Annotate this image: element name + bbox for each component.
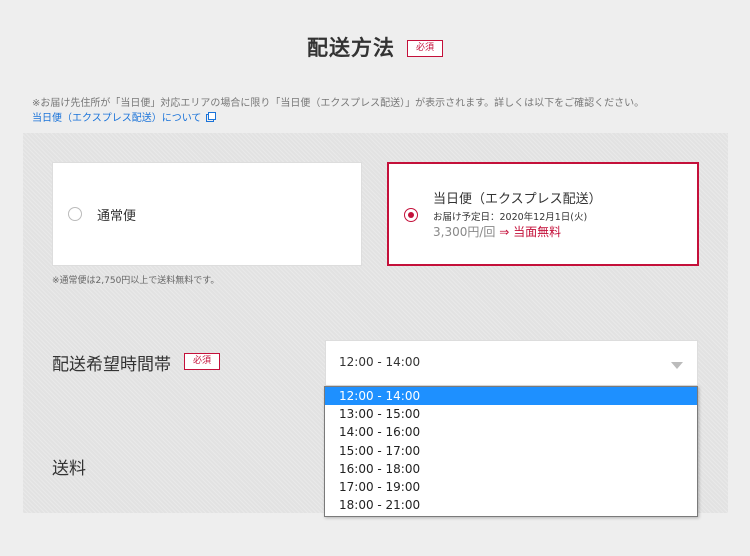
free-text: 当面無料 <box>513 225 562 239</box>
radio-normal[interactable] <box>68 207 82 221</box>
time-slot-selected-value: 12:00 - 14:00 <box>339 355 421 369</box>
shipping-option-express[interactable]: 当日便（エクスプレス配送） お届け予定日：2020年12月1日(火) 3,300… <box>387 162 699 266</box>
time-slot-option[interactable]: 14:00 - 16:00 <box>325 423 697 441</box>
time-slot-option[interactable]: 13:00 - 15:00 <box>325 405 697 423</box>
express-price: 3,300円/回 ⇒ 当面無料 <box>433 223 561 240</box>
required-badge: 必須 <box>406 40 443 57</box>
external-link-icon <box>206 111 217 122</box>
express-delivery-date: お届け予定日：2020年12月1日(火) <box>433 212 588 223</box>
price-arrow: ⇒ <box>499 225 510 239</box>
time-slot-select[interactable]: 12:00 - 14:00 <box>325 340 698 386</box>
express-info-link[interactable]: 当日便（エクスプレス配送）について <box>32 109 217 124</box>
express-info-link-label: 当日便（エクスプレス配送）について <box>32 113 202 124</box>
time-slot-label: 配送希望時間帯 <box>52 355 171 375</box>
normal-shipping-note: ※通常便は2,750円以上で送料無料です。 <box>52 276 220 286</box>
page-title: 配送方法 <box>306 36 395 60</box>
express-notice: ※お届け先住所が「当日便」対応エリアの場合に限り「当日便（エクスプレス配送）」が… <box>32 98 645 109</box>
time-slot-required-badge: 必須 <box>184 353 221 370</box>
express-option-title: 当日便（エクスプレス配送） <box>433 192 602 207</box>
shipping-fee-label: 送料 <box>52 459 86 479</box>
time-slot-option[interactable]: 15:00 - 17:00 <box>325 442 697 460</box>
time-slot-option[interactable]: 17:00 - 19:00 <box>325 478 697 496</box>
radio-express[interactable] <box>404 208 418 222</box>
time-slot-option[interactable]: 12:00 - 14:00 <box>325 387 697 406</box>
triangle-down-icon[interactable] <box>671 362 683 369</box>
time-slot-option[interactable]: 16:00 - 18:00 <box>325 460 697 478</box>
express-price-value: 3,300円/回 <box>433 225 496 239</box>
normal-option-label: 通常便 <box>97 209 137 224</box>
time-slot-option[interactable]: 18:00 - 21:00 <box>325 496 697 514</box>
section-title-row: 配送方法 必須 <box>0 32 750 62</box>
shipping-option-normal[interactable]: 通常便 <box>52 162 362 266</box>
time-slot-dropdown[interactable]: 12:00 - 14:00 13:00 - 15:00 14:00 - 16:0… <box>324 386 698 517</box>
